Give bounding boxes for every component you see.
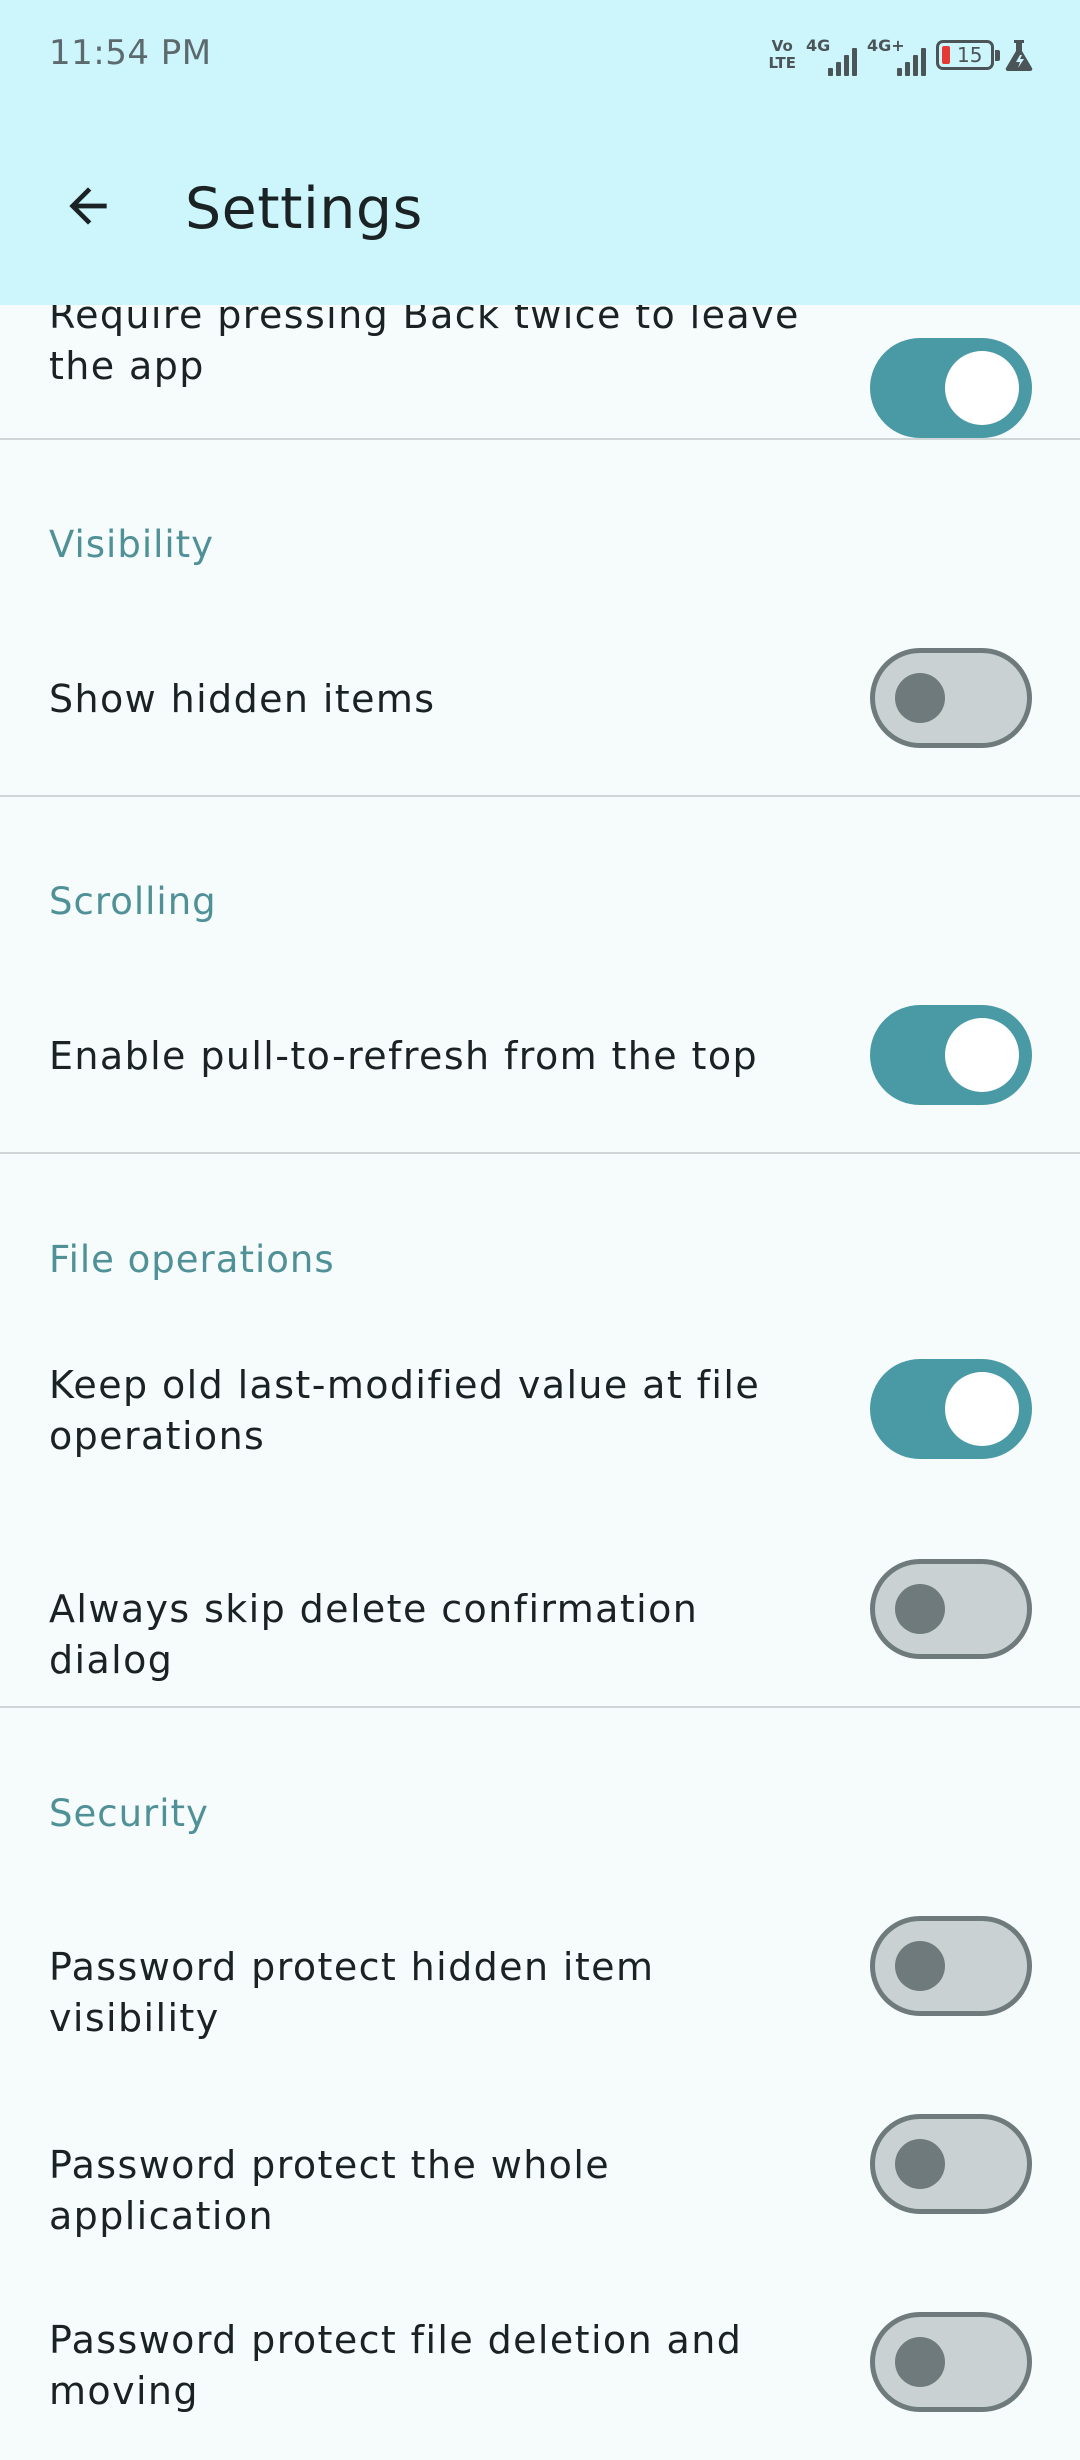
- setting-label-protect-deletion: Password protect file deletion and movin…: [49, 2318, 743, 2413]
- page-title: Settings: [185, 176, 423, 242]
- press-back-twice-switch[interactable]: [870, 338, 1032, 438]
- protect-deletion-switch[interactable]: [870, 2312, 1032, 2412]
- section-header-file-operations: File operations: [49, 1238, 335, 1281]
- setting-row-show-hidden[interactable]: Show hidden items: [0, 640, 1080, 760]
- setting-label-protect-hidden: Password protect hidden item visibility: [49, 1945, 655, 2040]
- section-header-security: Security: [49, 1792, 209, 1835]
- setting-row-skip-delete-confirmation[interactable]: Always skip delete confirmation dialog: [0, 1550, 1080, 1682]
- volte-icon: Vo LTE: [768, 37, 796, 72]
- battery-level-text: 15: [957, 43, 983, 67]
- back-button[interactable]: [46, 164, 130, 248]
- setting-row-protect-deletion[interactable]: Password protect file deletion and movin…: [0, 2312, 1080, 2455]
- setting-row-pull-to-refresh[interactable]: Enable pull-to-refresh from the top: [0, 997, 1080, 1117]
- section-header-scrolling: Scrolling: [49, 880, 217, 923]
- setting-label-protect-app: Password protect the whole application: [49, 2143, 611, 2238]
- protect-app-switch[interactable]: [870, 2114, 1032, 2214]
- setting-row-protect-hidden[interactable]: Password protect hidden item visibility: [0, 1908, 1080, 2040]
- switch-knob: [945, 1018, 1019, 1092]
- setting-label-skip-delete-confirmation: Always skip delete confirmation dialog: [49, 1587, 699, 1682]
- show-hidden-switch[interactable]: [870, 648, 1032, 748]
- switch-knob: [945, 351, 1019, 425]
- setting-label-keep-last-modified: Keep old last-modified value at file ope…: [49, 1363, 761, 1458]
- switch-knob: [945, 1372, 1019, 1446]
- status-icons: Vo LTE 4G 4G+ 15: [768, 32, 1034, 76]
- setting-label-press-back-twice: Require pressing Back twice to leave the…: [49, 293, 800, 388]
- setting-row-protect-app[interactable]: Password protect the whole application: [0, 2106, 1080, 2238]
- divider: [0, 795, 1080, 797]
- switch-knob: [895, 2337, 945, 2387]
- status-time: 11:54 PM: [49, 33, 212, 73]
- setting-row-keep-last-modified[interactable]: Keep old last-modified value at file ope…: [0, 1359, 1080, 1500]
- skip-delete-confirmation-switch[interactable]: [870, 1559, 1032, 1659]
- section-header-visibility: Visibility: [49, 523, 215, 566]
- switch-knob: [895, 2139, 945, 2189]
- signal-4g-plus-icon: 4G+: [867, 36, 926, 76]
- setting-label-pull-to-refresh: Enable pull-to-refresh from the top: [49, 1034, 759, 1078]
- switch-knob: [895, 673, 945, 723]
- setting-row-press-back-twice[interactable]: Require pressing Back twice to leave the…: [0, 290, 1080, 440]
- divider: [0, 1706, 1080, 1708]
- keep-last-modified-switch[interactable]: [870, 1359, 1032, 1459]
- divider: [0, 438, 1080, 440]
- divider: [0, 1152, 1080, 1154]
- arrow-back-icon: [69, 187, 107, 225]
- settings-list[interactable]: Require pressing Back twice to leave the…: [0, 0, 1080, 2460]
- app-bar: 11:54 PM Vo LTE 4G 4G+ 15 Settings: [0, 0, 1080, 305]
- switch-knob: [895, 1584, 945, 1634]
- pull-to-refresh-switch[interactable]: [870, 1005, 1032, 1105]
- protect-hidden-switch[interactable]: [870, 1916, 1032, 2016]
- setting-label-show-hidden: Show hidden items: [49, 677, 436, 721]
- settings-screen: Require pressing Back twice to leave the…: [0, 0, 1080, 2460]
- switch-knob: [895, 1941, 945, 1991]
- flask-icon: [1005, 40, 1033, 72]
- signal-4g-icon: 4G: [806, 36, 857, 76]
- battery-level: [942, 46, 950, 64]
- battery-icon: 15: [936, 40, 1000, 70]
